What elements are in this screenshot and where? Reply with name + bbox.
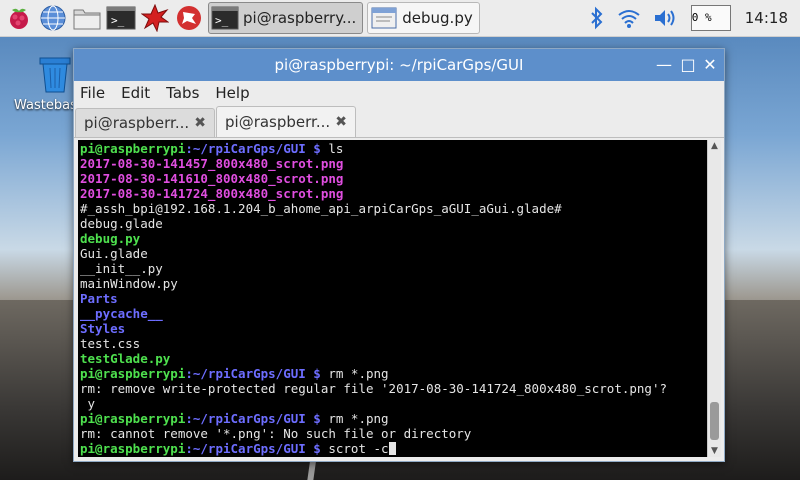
terminal-output-line: debug.py [80, 231, 707, 246]
terminal-launcher-icon[interactable]: >_ [106, 3, 136, 33]
wifi-icon[interactable] [617, 7, 641, 29]
terminal-output-line: Styles [80, 321, 707, 336]
math-app-icon[interactable] [140, 3, 170, 33]
terminal-text: Gui.glade [80, 246, 148, 261]
taskbar-debug-button[interactable]: debug.py [367, 2, 480, 34]
terminal-output-line: debug.glade [80, 216, 707, 231]
terminal-text: 2017-08-30-141724_800x480_scrot.png [80, 186, 344, 201]
terminal-prompt-line: pi@raspberrypi:~/rpiCarGps/GUI $ scrot -… [80, 441, 707, 456]
system-tray: 0 % 14:18 [577, 0, 800, 36]
menu-help[interactable]: Help [215, 84, 249, 102]
svg-text:>_: >_ [111, 14, 125, 27]
terminal-text: test.css [80, 336, 141, 351]
tab-1-label: pi@raspberr... [84, 114, 190, 132]
web-browser-icon[interactable] [38, 3, 68, 33]
prompt-command: ls [320, 141, 344, 156]
wastebasket-icon[interactable] [38, 52, 72, 94]
terminal-text: debug.py [80, 231, 141, 246]
prompt-path: :~/rpiCarGps/GUI $ [185, 366, 321, 381]
terminal-task-icon: >_ [211, 6, 239, 30]
terminal-output-line: rm: remove write-protected regular file … [80, 381, 707, 396]
prompt-command: rm *.png [320, 366, 389, 381]
terminal-text: __init__.py [80, 261, 163, 276]
taskbar-terminal-label: pi@raspberry... [243, 9, 357, 27]
terminal-prompt-line: pi@raspberrypi:~/rpiCarGps/GUI $ ls [80, 141, 707, 156]
window-title: pi@raspberrypi: ~/rpiCarGps/GUI [274, 56, 524, 74]
terminal-output-line: test.css [80, 336, 707, 351]
terminal-output-line: __init__.py [80, 261, 707, 276]
terminal-text: mainWindow.py [80, 276, 178, 291]
terminal-text: rm: remove write-protected regular file … [80, 381, 667, 396]
tab-1[interactable]: pi@raspberr... ✖ [75, 108, 215, 137]
terminal-output-line: mainWindow.py [80, 276, 707, 291]
terminal-window: pi@raspberrypi: ~/rpiCarGps/GUI — □ ✕ Fi… [73, 48, 725, 462]
prompt-user: pi@raspberrypi [80, 441, 186, 456]
terminal-text: rm: cannot remove '*.png': No such file … [80, 426, 472, 441]
terminal-cursor [388, 442, 396, 455]
terminal-text: 2017-08-30-141457_800x480_scrot.png [80, 156, 344, 171]
prompt-command: rm *.png [320, 411, 389, 426]
scroll-down-icon[interactable]: ▼ [708, 445, 721, 457]
prompt-user: pi@raspberrypi [80, 411, 186, 426]
menu-edit[interactable]: Edit [121, 84, 150, 102]
terminal-output-line: rm: cannot remove '*.png': No such file … [80, 426, 707, 441]
terminal-output-line: testGlade.py [80, 351, 707, 366]
terminal-output-line: #_assh_bpi@192.168.1.204_b_ahome_api_arp… [80, 201, 707, 216]
terminal-text: y [80, 396, 96, 411]
terminal-prompt-line: pi@raspberrypi:~/rpiCarGps/GUI $ rm *.pn… [80, 411, 707, 426]
terminal-scrollbar[interactable]: ▲ ▼ [707, 140, 721, 457]
terminal-output-line: 2017-08-30-141724_800x480_scrot.png [80, 186, 707, 201]
raspberry-menu-icon[interactable] [4, 3, 34, 33]
scroll-up-icon[interactable]: ▲ [708, 140, 721, 152]
menu-file[interactable]: File [80, 84, 105, 102]
taskbar-terminal-button[interactable]: >_ pi@raspberry... [208, 2, 364, 34]
terminal-text: Styles [80, 321, 126, 336]
window-titlebar[interactable]: pi@raspberrypi: ~/rpiCarGps/GUI — □ ✕ [74, 49, 724, 81]
prompt-command: scrot -c [320, 441, 389, 456]
terminal-output-line: Parts [80, 291, 707, 306]
bluetooth-icon[interactable] [589, 6, 605, 30]
editor-task-icon [371, 7, 397, 29]
close-icon[interactable]: ✕ [700, 55, 720, 75]
svg-text:>_: >_ [215, 14, 229, 27]
prompt-user: pi@raspberrypi [80, 141, 186, 156]
terminal-output[interactable]: pi@raspberrypi:~/rpiCarGps/GUI $ ls 2017-… [78, 140, 707, 457]
cpu-monitor[interactable]: 0 % [690, 5, 731, 31]
clock[interactable]: 14:18 [745, 9, 788, 27]
terminal-text: #_assh_bpi@192.168.1.204_b_ahome_api_arp… [80, 201, 562, 216]
terminal-output-line: Gui.glade [80, 246, 707, 261]
menu-tabs[interactable]: Tabs [166, 84, 199, 102]
wolfram-icon[interactable] [174, 3, 204, 33]
prompt-user: pi@raspberrypi [80, 366, 186, 381]
prompt-path: :~/rpiCarGps/GUI $ [185, 411, 321, 426]
prompt-path: :~/rpiCarGps/GUI $ [185, 141, 321, 156]
volume-icon[interactable] [653, 7, 679, 29]
terminal-text: 2017-08-30-141610_800x480_scrot.png [80, 171, 344, 186]
tab-bar: pi@raspberr... ✖ pi@raspberr... ✖ [74, 105, 724, 138]
file-manager-icon[interactable] [72, 3, 102, 33]
tab-close-icon[interactable]: ✖ [194, 115, 206, 131]
terminal-output-line: y [80, 396, 707, 411]
terminal-prompt-line: pi@raspberrypi:~/rpiCarGps/GUI $ rm *.pn… [80, 366, 707, 381]
terminal-text: __pycache__ [80, 306, 163, 321]
terminal-output-line: 2017-08-30-141457_800x480_scrot.png [80, 156, 707, 171]
tab-2-label: pi@raspberr... [225, 113, 331, 131]
prompt-path: :~/rpiCarGps/GUI $ [185, 441, 321, 456]
taskbar: >_ >_ pi@raspberry... debug.py 0 % 14:18 [0, 0, 800, 37]
terminal-output-line: 2017-08-30-141610_800x480_scrot.png [80, 171, 707, 186]
minimize-icon[interactable]: — [654, 55, 674, 75]
terminal-text: Parts [80, 291, 118, 306]
terminal-text: testGlade.py [80, 351, 171, 366]
tab-2[interactable]: pi@raspberr... ✖ [216, 106, 356, 137]
menubar: File Edit Tabs Help [74, 81, 724, 105]
terminal-text: debug.glade [80, 216, 163, 231]
scrollbar-thumb[interactable] [710, 402, 719, 440]
terminal-output-line: __pycache__ [80, 306, 707, 321]
taskbar-debug-label: debug.py [402, 9, 473, 27]
tab-close-icon[interactable]: ✖ [335, 114, 347, 130]
maximize-icon[interactable]: □ [678, 55, 698, 75]
